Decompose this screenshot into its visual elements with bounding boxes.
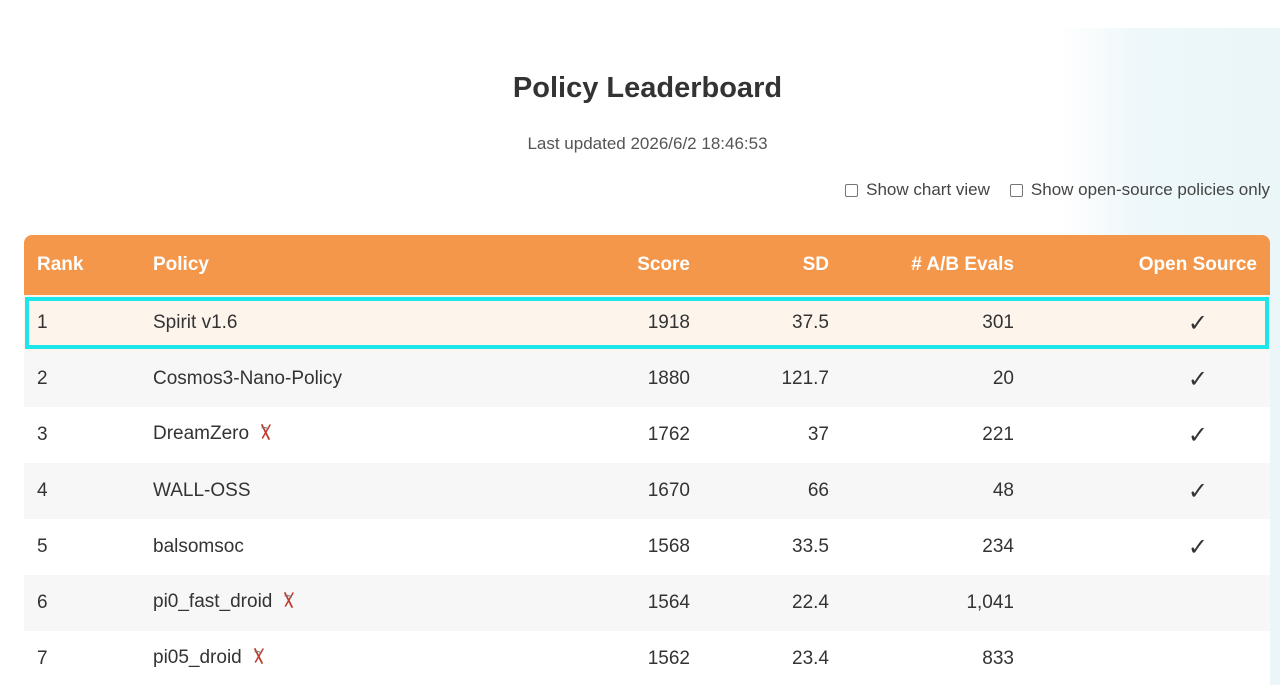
evals-cell: 48 [992,480,1014,501]
leaderboard-table: Rank Policy Score SD # A/B Evals Open So… [24,235,1270,687]
open-source-cell: ✓ [1014,351,1270,407]
score-cell: 1918 [647,312,690,333]
column-header-policy[interactable]: Policy [153,235,515,295]
evals-cell: 234 [982,536,1014,557]
open-source-cell: ✓ [1014,295,1270,351]
column-header-sd[interactable]: SD [690,235,829,295]
table-row[interactable]: 4 WALL-OSS 1670 66 48 ✓ [24,463,1270,519]
policy-cell: Spirit v1.6 [153,295,515,351]
score-cell: 1762 [647,424,690,445]
table-body: 1 Spirit v1.6 1918 37.5 301 ✓ 2 Cosmos3-Nano-Po… [24,295,1270,687]
view-options: Show chart view Show open-source policie… [845,180,1270,200]
open-source-cell: ✓ [1014,519,1270,575]
sd-cell: 33.5 [792,536,829,557]
policy-name[interactable]: Cosmos3-Nano-Policy [153,368,342,389]
policy-cell: WALL-OSS [153,463,515,519]
checkmark-icon: ✓ [1187,365,1208,393]
evals-cell: 221 [982,424,1014,445]
rank-cell: 3 [37,424,48,445]
open-source-only-toggle[interactable]: Show open-source policies only [1009,180,1270,200]
checkmark-icon: ✓ [1187,533,1208,561]
rank-cell: 2 [37,368,48,389]
crossed-flag-icon [252,647,266,671]
policy-name[interactable]: pi05_droid [153,647,242,668]
evals-cell: 1,041 [966,592,1014,613]
sd-cell: 37.5 [792,312,829,333]
score-cell: 1880 [647,368,690,389]
column-header-open-source[interactable]: Open Source [1014,235,1270,295]
open-source-cell: ✓ [1014,463,1270,519]
checkmark-icon: ✓ [1187,477,1208,505]
policy-cell: pi0_fast_droid [153,575,515,631]
table-row[interactable]: 3 DreamZero 1762 37 221 ✓ [24,407,1270,463]
chart-view-label: Show chart view [866,180,990,199]
policy-name[interactable]: WALL-OSS [153,480,251,501]
policy-name[interactable]: balsomsoc [153,536,244,557]
policy-name[interactable]: pi0_fast_droid [153,591,272,612]
policy-name[interactable]: Spirit v1.6 [153,312,237,333]
open-source-cell: ✓ [1014,407,1270,463]
policy-cell: balsomsoc [153,519,515,575]
open-source-cell [1014,575,1270,631]
rank-cell: 5 [37,536,48,557]
policy-name[interactable]: DreamZero [153,423,249,444]
table-row[interactable]: 7 pi05_droid 1562 23.4 833 [24,631,1270,687]
page-title: Policy Leaderboard [512,72,783,104]
evals-cell: 301 [982,312,1014,333]
rank-cell: 1 [37,312,48,333]
open-source-only-checkbox[interactable] [1009,183,1023,197]
column-header-evals[interactable]: # A/B Evals [829,235,1014,295]
rank-cell: 7 [37,648,48,669]
table-row[interactable]: 1 Spirit v1.6 1918 37.5 301 ✓ [24,295,1270,351]
policy-cell: Cosmos3-Nano-Policy [153,351,515,407]
sd-cell: 22.4 [792,592,829,613]
last-updated-text: Last updated 2026/6/2 18:46:53 [527,134,768,153]
sd-cell: 23.4 [792,648,829,669]
score-cell: 1670 [647,480,690,501]
open-source-cell [1014,631,1270,687]
checkmark-icon: ✓ [1187,309,1208,337]
table-row[interactable]: 6 pi0_fast_droid 1564 22.4 1,041 [24,575,1270,631]
column-header-score[interactable]: Score [515,235,690,295]
column-header-rank[interactable]: Rank [24,235,153,295]
score-cell: 1562 [647,648,690,669]
chart-view-checkbox[interactable] [845,183,859,197]
policy-cell: pi05_droid [153,631,515,687]
table-header-row: Rank Policy Score SD # A/B Evals Open So… [24,235,1270,295]
chart-view-toggle[interactable]: Show chart view [845,180,990,200]
sd-cell: 37 [807,424,829,445]
table-row[interactable]: 5 balsomsoc 1568 33.5 234 ✓ [24,519,1270,575]
sd-cell: 121.7 [781,368,829,389]
crossed-flag-icon [259,423,273,447]
crossed-flag-icon [282,591,296,615]
sd-cell: 66 [807,480,829,501]
evals-cell: 20 [992,368,1014,389]
score-cell: 1568 [647,536,690,557]
evals-cell: 833 [982,648,1014,669]
policy-cell: DreamZero [153,407,515,463]
checkmark-icon: ✓ [1187,421,1208,449]
leaderboard-table-container: Rank Policy Score SD # A/B Evals Open So… [24,235,1270,695]
rank-cell: 4 [37,480,48,501]
table-row[interactable]: 2 Cosmos3-Nano-Policy 1880 121.7 20 ✓ [24,351,1270,407]
open-source-only-label: Show open-source policies only [1030,180,1270,199]
rank-cell: 6 [37,592,48,613]
score-cell: 1564 [647,592,690,613]
